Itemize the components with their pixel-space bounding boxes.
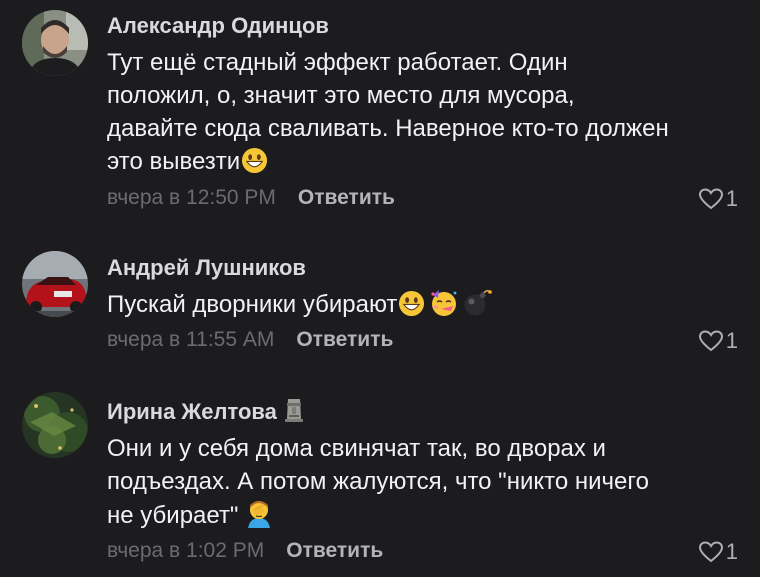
avatar[interactable] — [22, 10, 88, 76]
grinning-face-emoji — [398, 290, 425, 326]
bomb-emoji — [462, 289, 493, 326]
comment-meta: вчера в 1:02 PM Ответить — [107, 539, 383, 563]
comment-text-line: положил, о, значит это место для мусора, — [107, 82, 575, 109]
like-count: 1 — [725, 328, 738, 353]
like-count: 1 — [725, 186, 738, 211]
like-count: 1 — [725, 539, 738, 564]
comment-author[interactable]: Александр Одинцов — [107, 13, 329, 39]
reply-button[interactable]: Ответить — [296, 328, 393, 351]
comment-text-line: давайте сюда сваливать. Наверное кто-то … — [107, 115, 669, 142]
comment-meta: вчера в 11:55 AM Ответить — [107, 328, 393, 352]
reply-button[interactable]: Ответить — [298, 186, 395, 209]
person-facepalming-emoji — [244, 498, 274, 537]
heart-outline-icon — [698, 188, 723, 210]
comment-text-line: подъездах. А потом жалуются, что "никто … — [107, 468, 649, 495]
comment-text-line: Они и у себя дома свинячат так, во двора… — [107, 435, 606, 462]
comment-text: Тут ещё стадный эффект работает. Один по… — [107, 46, 747, 183]
comment-text: Они и у себя дома свинячат так, во двора… — [107, 432, 747, 537]
grinning-face-emoji — [241, 147, 268, 183]
avatar[interactable] — [22, 392, 88, 458]
reply-button[interactable]: Ответить — [286, 539, 383, 562]
comments-feed: Александр Одинцов Тут ещё стадный эффект… — [0, 0, 760, 577]
comment-text-line: это вывезти — [107, 148, 241, 175]
comment-author-row: Ирина Желтова — [107, 397, 305, 429]
comment-text: Пускай дворники убирают — [107, 288, 747, 326]
comment-meta: вчера в 12:50 PM Ответить — [107, 186, 395, 210]
comment-time: вчера в 11:55 AM — [107, 328, 275, 351]
like-button[interactable]: 1 — [698, 539, 738, 565]
comment-text-line: Тут ещё стадный эффект работает. Один — [107, 49, 568, 76]
comment-author[interactable]: Ирина Желтова — [107, 399, 277, 424]
avatar[interactable] — [22, 251, 88, 317]
like-button[interactable]: 1 — [698, 328, 738, 354]
comment-author[interactable]: Андрей Лушников — [107, 255, 306, 281]
heart-outline-icon — [698, 541, 723, 563]
comment-time: вчера в 12:50 PM — [107, 186, 276, 209]
comment-text-line: не убирает" — [107, 502, 239, 529]
partying-face-emoji — [429, 289, 459, 326]
comment-text-line: Пускай дворники убирают — [107, 291, 398, 318]
like-button[interactable]: 1 — [698, 186, 738, 212]
comment-text-line-wrap: не убирает" — [107, 498, 747, 537]
comment-text-line-wrap: Пускай дворники убирают — [107, 288, 747, 326]
heart-outline-icon — [698, 330, 723, 352]
comment-text-line-wrap: это вывезти — [107, 145, 747, 183]
comment-time: вчера в 1:02 PM — [107, 539, 265, 562]
moai-emoji — [283, 397, 305, 429]
